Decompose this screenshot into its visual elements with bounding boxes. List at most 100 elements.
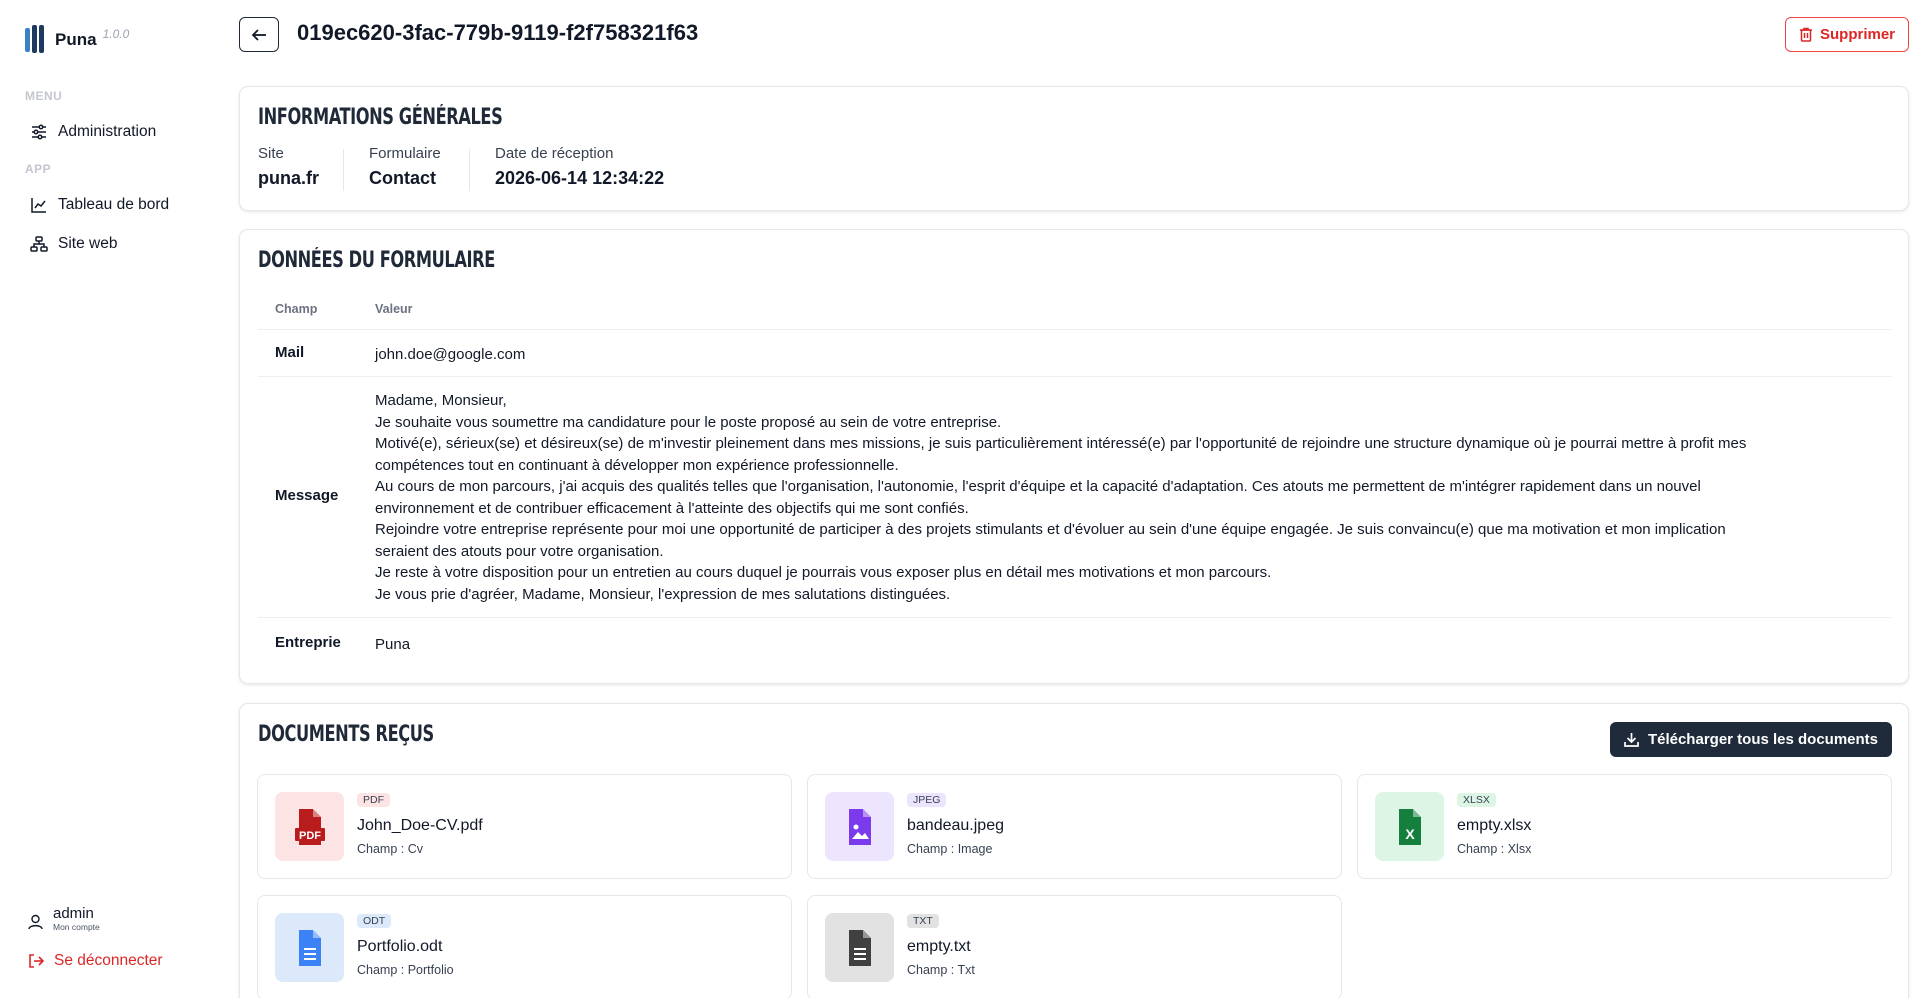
document-field: Champ : Txt xyxy=(907,963,975,977)
delete-label: Supprimer xyxy=(1819,26,1895,43)
divider xyxy=(469,149,470,191)
document-thumbnail xyxy=(275,913,344,982)
user-icon xyxy=(28,914,43,935)
table-header: Champ Valeur xyxy=(258,288,1892,330)
file-type-badge: JPEG xyxy=(907,793,947,807)
puna-logo-icon xyxy=(25,25,46,53)
file-pdf-icon: PDF xyxy=(291,807,329,847)
info-value: puna.fr xyxy=(258,168,319,188)
message-line: Au cours de mon parcours, j'ai acquis de… xyxy=(375,478,1701,495)
sliders-icon xyxy=(30,123,48,141)
file-image-icon xyxy=(841,807,879,847)
document-card[interactable]: TXT empty.txt Champ : Txt xyxy=(807,895,1342,998)
row-value[interactable]: Puna xyxy=(375,634,1875,656)
message-line: Rejoindre votre entreprise représente po… xyxy=(375,521,1726,538)
document-thumbnail: X xyxy=(1375,792,1444,861)
info-date: Date de réception 2026-06-14 12:34:22 xyxy=(495,145,664,195)
document-field: Champ : Portfolio xyxy=(357,963,454,977)
info-label: Date de réception xyxy=(495,145,614,162)
table-row: Mail john.doe@google.com xyxy=(258,330,1892,377)
row-value[interactable]: john.doe@google.com xyxy=(375,344,1875,366)
message-line: Je vous prie d'agréer, Madame, Monsieur,… xyxy=(375,585,951,603)
document-card[interactable]: ODT Portfolio.odt Champ : Portfolio xyxy=(257,895,792,998)
document-thumbnail xyxy=(825,913,894,982)
info-value: 2026-06-14 12:34:22 xyxy=(495,168,665,188)
file-type-badge: ODT xyxy=(357,914,392,928)
message-line: compétences tout en continuant à dévelop… xyxy=(375,456,899,474)
message-line: Madame, Monsieur, xyxy=(375,392,507,409)
row-field: Entreprie xyxy=(275,634,341,651)
chart-line-icon xyxy=(30,196,48,214)
menu-section-title: MENU xyxy=(25,89,63,103)
message-line: Je souhaite vous soumettre ma candidatur… xyxy=(375,413,1002,431)
sidebar-item-label: Tableau de bord xyxy=(58,196,170,213)
trash-icon xyxy=(1799,27,1812,42)
general-info-card: Informations générales Site puna.fr Form… xyxy=(239,86,1909,211)
info-value: Contact xyxy=(369,168,436,188)
logout-label: Se déconnecter xyxy=(54,952,163,969)
user-subtitle: Mon compte xyxy=(53,922,100,932)
table-row: Message Madame, Monsieur, Je souhaite vo… xyxy=(258,377,1892,618)
svg-text:PDF: PDF xyxy=(299,830,321,842)
document-name[interactable]: bandeau.jpeg xyxy=(907,817,1004,835)
brand[interactable]: Puna 1.0.0 xyxy=(25,25,129,53)
info-site: Site puna.fr xyxy=(258,145,319,195)
message-line: Je reste à votre disposition pour un ent… xyxy=(375,564,1272,581)
message-line: seraient des atouts pour votre organisat… xyxy=(375,542,664,560)
logout-button[interactable]: Se déconnecter xyxy=(28,952,163,970)
message-text[interactable]: Madame, Monsieur, Je souhaite vous soume… xyxy=(375,390,1875,605)
form-data-table: Champ Valeur Mail john.doe@google.com Me… xyxy=(258,288,1892,667)
document-card[interactable]: X XLSX empty.xlsx Champ : Xlsx xyxy=(1357,774,1892,879)
document-thumbnail xyxy=(825,792,894,861)
document-card[interactable]: PDF PDF John_Doe-CV.pdf Champ : Cv xyxy=(257,774,792,879)
app-name: Puna xyxy=(55,30,97,49)
sidebar-item-website[interactable]: Site web xyxy=(20,227,220,261)
sitemap-icon xyxy=(30,235,48,253)
download-icon xyxy=(1624,733,1639,747)
sidebar-item-administration[interactable]: Administration xyxy=(20,115,220,149)
file-type-badge: PDF xyxy=(357,793,390,807)
file-type-badge: TXT xyxy=(907,914,939,928)
divider xyxy=(343,149,344,191)
documents-card: Documents reçus Télécharger tous les doc… xyxy=(239,703,1909,998)
info-label: Formulaire xyxy=(369,145,441,162)
document-field: Champ : Cv xyxy=(357,842,423,856)
message-line: environnement et de contribuer efficacem… xyxy=(375,499,969,517)
general-info-title: Informations générales xyxy=(258,105,503,130)
file-type-badge: XLSX xyxy=(1457,793,1496,807)
arrow-left-icon xyxy=(251,28,266,41)
document-field: Champ : Xlsx xyxy=(1457,842,1532,856)
sidebar-item-label: Administration xyxy=(58,123,157,140)
delete-button[interactable]: Supprimer xyxy=(1785,17,1909,52)
app-version: 1.0.0 xyxy=(102,27,130,41)
document-name[interactable]: empty.xlsx xyxy=(1457,817,1531,835)
document-name[interactable]: empty.txt xyxy=(907,938,971,956)
table-row: Entreprie Puna xyxy=(258,618,1892,667)
file-text-icon xyxy=(841,928,879,968)
document-thumbnail: PDF xyxy=(275,792,344,861)
info-label: Site xyxy=(258,145,284,162)
page-title: 019ec620-3fac-779b-9119-f2f758321f63 xyxy=(297,20,699,45)
column-header-field: Champ xyxy=(275,302,318,316)
document-name[interactable]: Portfolio.odt xyxy=(357,938,442,956)
sidebar: Puna 1.0.0 MENU Administration APP Table… xyxy=(0,0,228,998)
user-account[interactable]: admin Mon compte xyxy=(28,906,100,935)
info-form: Formulaire Contact xyxy=(369,145,441,195)
form-data-card: Données du formulaire Champ Valeur Mail … xyxy=(239,229,1909,684)
app-section-title: APP xyxy=(25,162,52,176)
file-document-icon xyxy=(291,928,329,968)
column-header-value: Valeur xyxy=(375,302,413,316)
download-all-button[interactable]: Télécharger tous les documents xyxy=(1610,722,1892,757)
row-field: Mail xyxy=(275,344,305,361)
document-name[interactable]: John_Doe-CV.pdf xyxy=(357,817,483,835)
documents-title: Documents reçus xyxy=(258,722,434,747)
form-data-title: Données du formulaire xyxy=(258,248,495,273)
back-button[interactable] xyxy=(239,17,279,52)
message-line: Motivé(e), sérieux(se) et désireux(se) d… xyxy=(375,435,1747,452)
row-field: Message xyxy=(275,487,339,504)
sidebar-item-dashboard[interactable]: Tableau de bord xyxy=(20,188,220,222)
download-all-label: Télécharger tous les documents xyxy=(1647,731,1879,748)
document-card[interactable]: JPEG bandeau.jpeg Champ : Image xyxy=(807,774,1342,879)
document-field: Champ : Image xyxy=(907,842,993,856)
file-excel-icon: X xyxy=(1391,807,1429,847)
